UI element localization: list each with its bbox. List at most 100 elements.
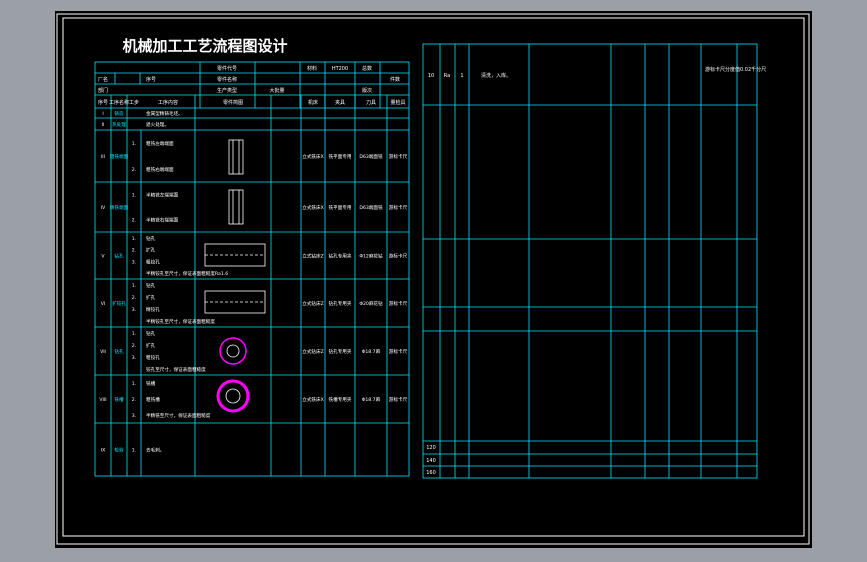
step-content: 扩孔	[146, 247, 156, 254]
fixture: 铣平面专用	[329, 153, 352, 160]
step-content: 半精铰孔至尺寸，保证表面粗糙度	[146, 318, 215, 325]
operation-name: 铣槽	[114, 396, 124, 403]
part-name-label: 零件名称	[217, 76, 237, 83]
step-number: 1.	[132, 381, 136, 387]
step-content: 半精铰孔至尺寸，保证表面粗糙度Ra1.6	[146, 270, 228, 277]
right-table	[422, 43, 758, 479]
operation-name: 铸造	[114, 110, 124, 117]
sketch-viii	[216, 379, 250, 413]
process-row: II 热处理 退火处理。	[102, 121, 169, 128]
right-header-note: 游标卡尺分度值0.02千分尺	[705, 66, 766, 73]
step-number: 3.	[132, 355, 136, 361]
step-number: 2.	[132, 218, 136, 224]
operation-name: 粗铣端面	[110, 153, 129, 160]
sketch-iv	[228, 189, 244, 225]
operation-name: 扩铰孔	[112, 300, 126, 307]
chart-title: 机械加工工艺流程图设计	[122, 37, 287, 55]
fixture: 钻孔专用夹	[329, 253, 352, 260]
operation-name: 钻孔	[114, 253, 124, 260]
step-content: 钻孔	[146, 282, 156, 289]
fixture: 铣槽专用夹	[329, 396, 352, 403]
machine-tool: 立式钻床Z	[302, 348, 324, 355]
step-content: 金属型精铸毛坯。	[146, 110, 183, 117]
cutting-tool: Φ18.7麻	[362, 348, 381, 355]
step-content: 粗铣右端端面	[146, 166, 174, 173]
column-header: 工序名称	[109, 99, 129, 106]
gauge: 游标卡尺	[389, 204, 408, 211]
right-header-content: 清洗，入库。	[481, 72, 511, 79]
version-label: 版次	[362, 87, 372, 94]
column-header: 工步	[129, 100, 139, 106]
step-number: 2.	[132, 167, 136, 173]
product-label: 生产类型	[217, 87, 237, 94]
row-number: III	[101, 154, 105, 160]
material-value: HT200	[332, 66, 348, 72]
step-content: 粗铰孔	[146, 354, 160, 361]
step-content: 去毛刺。	[146, 447, 164, 454]
production-type: 大批量	[269, 87, 284, 94]
step-number: 3.	[132, 259, 136, 265]
factory-label: 厂名	[98, 76, 108, 83]
step-content: 粗铣槽	[146, 396, 160, 403]
right-row-number: 160	[426, 470, 436, 476]
process-row: IV 精铣端面1. 半精铣左端端面 2. 半精铣右端端面 立式铣床X 铣平面专用 D63端面铣…	[101, 192, 408, 224]
gauge: 游标卡尺	[389, 396, 408, 403]
process-row: VII 钻孔 1. 钻孔 2. 扩孔 3. 粗铰孔铰孔至尺寸，保证表面粗糙度 立式钻床Z 钻孔专用…	[100, 330, 408, 373]
operation-name: 检验	[114, 447, 124, 454]
cutting-tool: D63端面铣	[359, 153, 383, 160]
part-code-label: 零件代号	[217, 65, 237, 72]
right-header-no: 10	[428, 73, 434, 79]
machine-tool: 立式钻床Z	[302, 300, 324, 307]
row-number: VIII	[99, 397, 106, 403]
machine-tool: 立式铣床X	[302, 396, 324, 403]
fixture: 钻孔专用夹	[329, 348, 352, 355]
operation-name: 钻孔	[114, 348, 124, 355]
step-number: 2.	[132, 248, 136, 254]
process-chart: 机械加工工艺流程图设计 零件代号 材料 HT200 总数 厂名 序号 零件名称 …	[56, 13, 810, 545]
step-content: 退火处理。	[146, 121, 169, 128]
process-row: VI 扩铰孔 1. 钻孔 2. 扩孔 3. 精铰孔半精铰孔至尺寸，保证表面粗糙度 立式钻床Z 钻孔…	[101, 282, 408, 325]
right-header-b: 1	[460, 73, 463, 79]
gauge: 游标卡尺	[389, 348, 408, 355]
step-content: 精铰孔	[146, 306, 160, 313]
cutting-tool: D63端面铣	[359, 204, 383, 211]
step-content: 钻孔	[146, 330, 156, 337]
column-header: 量检具	[390, 99, 405, 106]
right-row-number: 120	[426, 445, 436, 451]
part-sketches	[204, 139, 266, 314]
total-label: 总数	[362, 65, 372, 72]
step-number: 1.	[132, 448, 136, 454]
right-header-a: Ra	[444, 73, 450, 79]
step-number: 1.	[132, 331, 136, 337]
order-label: 序号	[146, 76, 156, 83]
step-number: 2.	[132, 295, 136, 301]
qty-label: 件数	[390, 76, 400, 83]
column-header: 工序内容	[158, 99, 178, 106]
step-number: 2.	[132, 343, 136, 349]
column-header: 零件简图	[223, 99, 243, 106]
row-number: I	[102, 111, 103, 117]
gauge: 游标卡尺	[389, 300, 408, 307]
step-number: 3.	[132, 307, 136, 313]
cutting-tool: Φ20麻花钻	[359, 300, 383, 307]
drawing-sheet: 机械加工工艺流程图设计 零件代号 材料 HT200 总数 厂名 序号 零件名称 …	[55, 11, 812, 548]
fixture: 铣平面专用	[329, 204, 352, 211]
step-number: 1.	[132, 141, 136, 147]
material-label: 材料	[307, 65, 317, 72]
row-number: II	[102, 122, 105, 128]
column-header: 刀具	[366, 100, 376, 106]
gauge: 游标卡尺	[389, 153, 408, 160]
step-content: 铰孔至尺寸，保证表面粗糙度	[146, 366, 206, 373]
step-content: 钻孔	[146, 235, 156, 242]
cutting-tool: Φ18.7麻	[362, 396, 381, 403]
row-number: VI	[101, 301, 106, 307]
operation-name: 热处理	[112, 121, 126, 128]
step-number: 2.	[132, 397, 136, 403]
step-number: 1.	[132, 193, 136, 199]
sketch-iii	[228, 139, 244, 175]
process-row: I 铸造 金属型精铸毛坯。	[102, 110, 182, 117]
machine-tool: 立式钻床Z	[302, 253, 324, 260]
machine-tool: 立式铣床X	[302, 204, 324, 211]
step-content: 粗铣左端端面	[146, 140, 174, 147]
gauge: 游标卡尺	[389, 253, 408, 260]
